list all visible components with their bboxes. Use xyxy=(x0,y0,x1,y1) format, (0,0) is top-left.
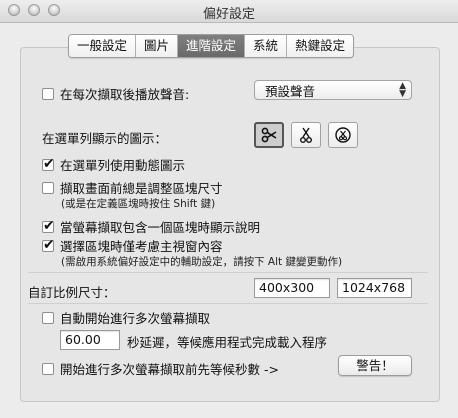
region-info-row: 當螢幕擷取包含一個區塊時顯示說明 xyxy=(42,217,260,236)
region-window-label: 選擇區塊時僅考慮主視窗內容 xyxy=(60,239,223,254)
animated-icon-label: 在選單列使用動態圖示 xyxy=(60,158,186,173)
delay-seconds-field[interactable]: 60.00 xyxy=(60,330,120,350)
animated-icon-checkbox[interactable] xyxy=(42,156,55,172)
delay-suffix-row: 秒延遲，等候應用程式完成載入程序 xyxy=(127,332,327,351)
divider xyxy=(28,272,428,273)
countdown-checkbox[interactable] xyxy=(42,362,54,375)
tab-bar: 一般設定 圖片 進階設定 系統 熱鍵設定 xyxy=(68,34,355,58)
warning-button[interactable]: 警告！ xyxy=(338,355,412,376)
auto-start-row: 自動開始進行多次螢幕擷取 xyxy=(42,308,210,327)
auto-start-checkbox[interactable] xyxy=(42,311,54,324)
preferences-window: 偏好設定 一般設定 圖片 進階設定 系統 熱鍵設定 在每次擷取後播放聲音: 預設… xyxy=(0,0,458,418)
region-window-checkbox[interactable] xyxy=(42,237,55,253)
sound-select[interactable]: 預設聲音 ▲ ▼ xyxy=(254,80,412,100)
region-window-row: 選擇區塊時僅考慮主視窗內容 xyxy=(42,236,223,255)
menubar-icon-option-scissors-x[interactable] xyxy=(291,122,321,148)
select-arrows-icon: ▲ ▼ xyxy=(399,81,406,99)
menubar-icon-option-scissors-o[interactable] xyxy=(328,122,358,148)
play-sound-checkbox[interactable] xyxy=(42,87,54,100)
custom-ratio-field-1[interactable]: 400x300 xyxy=(254,278,330,298)
adjust-region-row: 擷取畫面前總是調整區塊尺寸 xyxy=(42,178,223,197)
region-window-note: (需啟用系統偏好設定中的輔助設定，請按下 Alt 鍵變更動作) xyxy=(61,256,343,268)
animated-icon-row: 在選單列使用動態圖示 xyxy=(42,155,185,174)
region-info-checkbox[interactable] xyxy=(42,218,55,234)
divider xyxy=(28,303,428,304)
sound-select-value: 預設聲音 xyxy=(265,83,316,99)
menubar-icon-option-scissors[interactable] xyxy=(254,122,284,148)
tab-advanced[interactable]: 進階設定 xyxy=(178,35,246,57)
menubar-icon-label: 在選單列顯示的圖示： xyxy=(42,131,168,146)
countdown-label: 開始進行多次螢幕擷取前先等候秒數 -> xyxy=(60,362,279,377)
custom-ratio-row: 自訂比例尺寸： xyxy=(28,282,116,301)
adjust-region-note: (或是在定義區塊時按住 Shift 鍵) xyxy=(61,198,216,210)
countdown-row: 開始進行多次螢幕擷取前先等候秒數 -> xyxy=(42,359,279,378)
title-bar: 偏好設定 xyxy=(0,0,458,23)
scissors-o-icon xyxy=(335,127,351,143)
adjust-region-checkbox[interactable] xyxy=(42,181,54,194)
adjust-region-label: 擷取畫面前總是調整區塊尺寸 xyxy=(60,181,223,196)
custom-ratio-label: 自訂比例尺寸： xyxy=(28,285,116,300)
menubar-icon-row: 在選單列顯示的圖示： xyxy=(42,128,167,147)
tab-images[interactable]: 圖片 xyxy=(136,35,179,57)
custom-ratio-field-2[interactable]: 1024x768 xyxy=(337,278,412,298)
auto-start-label: 自動開始進行多次螢幕擷取 xyxy=(60,311,211,326)
play-sound-label: 在每次擷取後播放聲音: xyxy=(60,87,190,102)
window-title: 偏好設定 xyxy=(202,7,255,22)
tab-system[interactable]: 系統 xyxy=(245,35,288,57)
scissors-x-icon xyxy=(300,127,312,143)
play-sound-row: 在每次擷取後播放聲音: xyxy=(42,84,189,103)
tab-hotkeys[interactable]: 熱鍵設定 xyxy=(287,35,354,57)
delay-suffix-label: 秒延遲，等候應用程式完成載入程序 xyxy=(127,335,328,350)
scissors-icon xyxy=(261,127,277,143)
tab-general[interactable]: 一般設定 xyxy=(69,35,137,57)
region-info-label: 當螢幕擷取包含一個區塊時顯示說明 xyxy=(60,220,261,235)
